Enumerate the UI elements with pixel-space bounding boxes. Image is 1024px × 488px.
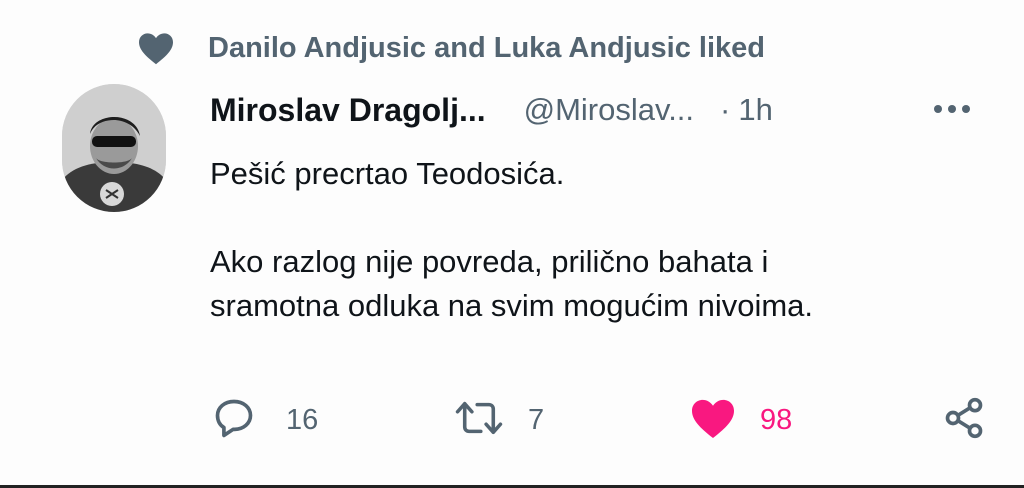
tweet-text-line: Pešić precrtao Teodosića. [210,156,565,191]
more-icon [932,101,972,119]
social-context: Danilo Andjusic and Luka Andjusic liked [136,28,765,68]
share-button[interactable] [942,396,986,444]
share-icon [942,396,986,445]
tweet-timestamp[interactable]: 1h [738,92,772,128]
heart-icon [136,28,176,68]
tweet-header: Miroslav Dragolj... @Miroslav... · 1h [210,88,990,132]
tweet-text: Pešić precrtao Teodosića. Ako razlog nij… [210,152,1000,328]
like-count: 98 [760,403,793,436]
reply-button[interactable]: 16 [212,396,318,444]
tweet-actions: 16 7 98 [206,396,1006,444]
author-handle[interactable]: @Miroslav... [524,92,694,128]
retweet-count: 7 [528,403,545,436]
separator-dot: · [720,92,731,127]
avatar[interactable] [62,84,166,212]
reply-icon [212,396,256,445]
reply-count: 16 [286,403,319,436]
tweet-card[interactable]: Danilo Andjusic and Luka Andjusic liked … [0,0,1024,488]
social-context-text[interactable]: Danilo Andjusic and Luka Andjusic liked [208,32,765,65]
liked-heart-icon [690,397,736,444]
like-button[interactable]: 98 [690,396,792,444]
tweet-text-line: sramotna odluka na svim mogućim nivoima. [210,288,814,323]
author-display-name[interactable]: Miroslav Dragolj... [210,92,486,129]
more-options-button[interactable] [930,94,974,126]
retweet-button[interactable]: 7 [454,396,544,444]
tweet-text-line: Ako razlog nije povreda, prilično bahata… [210,244,769,279]
retweet-icon [454,396,504,445]
